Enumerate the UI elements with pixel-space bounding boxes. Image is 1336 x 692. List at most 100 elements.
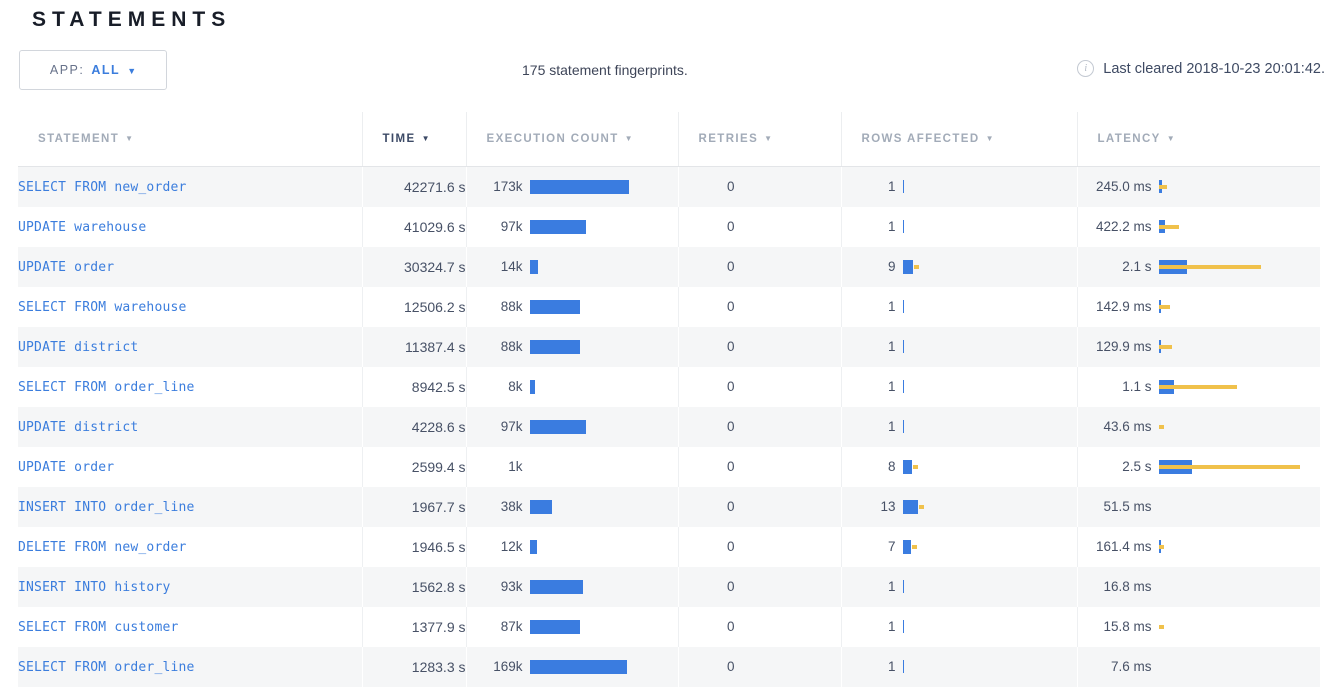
exec-count-value: 93k <box>473 579 523 594</box>
column-header-time[interactable]: TIME▼ <box>362 112 466 166</box>
rows-affected-bar-area <box>903 658 1077 676</box>
column-header-retries[interactable]: RETRIES▼ <box>678 112 841 166</box>
retries-cell: 0 <box>678 287 841 327</box>
rows-affected-bar-area <box>903 618 1077 636</box>
retries-value: 0 <box>685 659 735 674</box>
statement-cell: SELECT FROM order_line <box>18 367 362 407</box>
table-row: UPDATE warehouse41029.6 s97k01422.2 ms <box>18 207 1320 247</box>
statement-cell: SELECT FROM warehouse <box>18 287 362 327</box>
exec-count: 1k <box>466 447 678 487</box>
statement-link[interactable]: UPDATE warehouse <box>18 220 146 235</box>
rows-affected-value: 1 <box>848 219 896 234</box>
table-row: SELECT FROM order_line1283.3 s169k017.6 … <box>18 647 1320 687</box>
exec-count-value: 88k <box>473 339 523 354</box>
statement-link[interactable]: INSERT INTO order_line <box>18 500 195 515</box>
retries-value: 0 <box>685 419 735 434</box>
rows-affected-bar <box>903 580 904 593</box>
rows-affected-bar <box>903 500 918 514</box>
latency-bar-area <box>1159 658 1321 676</box>
exec-count-bar <box>530 380 535 394</box>
rows-affected: 1 <box>841 207 1077 247</box>
column-header-execution-count[interactable]: EXECUTION COUNT▼ <box>466 112 678 166</box>
exec-count: 87k <box>466 607 678 647</box>
exec-count-value: 38k <box>473 499 523 514</box>
exec-count: 169k <box>466 647 678 687</box>
retries-cell: 0 <box>678 407 841 447</box>
retries-value: 0 <box>685 219 735 234</box>
exec-count-value: 169k <box>473 659 523 674</box>
table-row: SELECT FROM new_order42271.6 s173k01245.… <box>18 166 1320 207</box>
info-icon[interactable]: i <box>1077 60 1094 77</box>
statement-link[interactable]: DELETE FROM new_order <box>18 540 187 555</box>
latency-value: 161.4 ms <box>1084 539 1152 554</box>
statement-link[interactable]: SELECT FROM warehouse <box>18 300 187 315</box>
rows-affected: 8 <box>841 447 1077 487</box>
sort-caret-icon: ▼ <box>1167 134 1176 143</box>
column-header-statement[interactable]: STATEMENT▼ <box>18 112 362 166</box>
retries-value: 0 <box>685 459 735 474</box>
exec-count: 88k <box>466 327 678 367</box>
rows-affected: 1 <box>841 607 1077 647</box>
exec-count-bar-area <box>530 378 678 396</box>
rows-affected-bar <box>903 260 913 274</box>
latency: 161.4 ms <box>1077 527 1320 567</box>
retries-value: 0 <box>685 379 735 394</box>
app-filter-dropdown[interactable]: APP: ALL ▼ <box>19 50 167 90</box>
exec-count: 14k <box>466 247 678 287</box>
column-header-rows-affected[interactable]: ROWS AFFECTED▼ <box>841 112 1077 166</box>
statement-cell: UPDATE order <box>18 447 362 487</box>
statement-link[interactable]: SELECT FROM order_line <box>18 660 195 675</box>
exec-count-bar <box>530 260 538 274</box>
latency-bar-area <box>1159 178 1321 196</box>
exec-count-bar-area <box>530 178 678 196</box>
exec-count-bar <box>530 340 580 354</box>
time-value: 2599.4 s <box>362 447 466 487</box>
time-value: 1283.3 s <box>362 647 466 687</box>
statement-link[interactable]: UPDATE district <box>18 340 138 355</box>
statement-link[interactable]: SELECT FROM customer <box>18 620 179 635</box>
retries-value: 0 <box>685 299 735 314</box>
latency-value: 7.6 ms <box>1084 659 1152 674</box>
rows-affected-bar <box>903 380 904 393</box>
retries-cell: 0 <box>678 447 841 487</box>
rows-affected-bar-area <box>903 298 1077 316</box>
latency: 245.0 ms <box>1077 166 1320 207</box>
latency-bar-area <box>1159 258 1321 276</box>
table-row: SELECT FROM customer1377.9 s87k0115.8 ms <box>18 607 1320 647</box>
rows-affected-value: 1 <box>848 179 896 194</box>
exec-count-bar <box>530 500 552 514</box>
exec-count: 12k <box>466 527 678 567</box>
column-header-latency[interactable]: LATENCY▼ <box>1077 112 1320 166</box>
retries-cell: 0 <box>678 166 841 207</box>
retries-cell: 0 <box>678 247 841 287</box>
time-value: 11387.4 s <box>362 327 466 367</box>
exec-count-bar-area <box>530 578 678 596</box>
rows-affected-value: 13 <box>848 499 896 514</box>
rows-affected-bar-area <box>903 378 1077 396</box>
latency: 7.6 ms <box>1077 647 1320 687</box>
statement-link[interactable]: UPDATE district <box>18 420 138 435</box>
exec-count-bar-area <box>530 658 678 676</box>
exec-count-value: 1k <box>473 459 523 474</box>
statement-link[interactable]: INSERT INTO history <box>18 580 171 595</box>
latency-whisker <box>1159 625 1164 629</box>
rows-affected: 1 <box>841 407 1077 447</box>
latency: 2.5 s <box>1077 447 1320 487</box>
retries-cell: 0 <box>678 527 841 567</box>
statement-link[interactable]: UPDATE order <box>18 260 114 275</box>
statement-cell: UPDATE order <box>18 247 362 287</box>
statement-cell: INSERT INTO order_line <box>18 487 362 527</box>
rows-affected: 1 <box>841 367 1077 407</box>
retries-cell: 0 <box>678 607 841 647</box>
rows-affected-bar <box>903 620 904 633</box>
time-value: 1967.7 s <box>362 487 466 527</box>
statement-link[interactable]: SELECT FROM order_line <box>18 380 195 395</box>
statement-link[interactable]: UPDATE order <box>18 460 114 475</box>
statement-link[interactable]: SELECT FROM new_order <box>18 180 187 195</box>
time-value: 1946.5 s <box>362 527 466 567</box>
rows-affected: 1 <box>841 327 1077 367</box>
latency-whisker <box>1159 385 1237 389</box>
rows-affected-value: 1 <box>848 379 896 394</box>
rows-affected-bar <box>903 540 911 554</box>
rows-affected-bar-area <box>903 418 1077 436</box>
